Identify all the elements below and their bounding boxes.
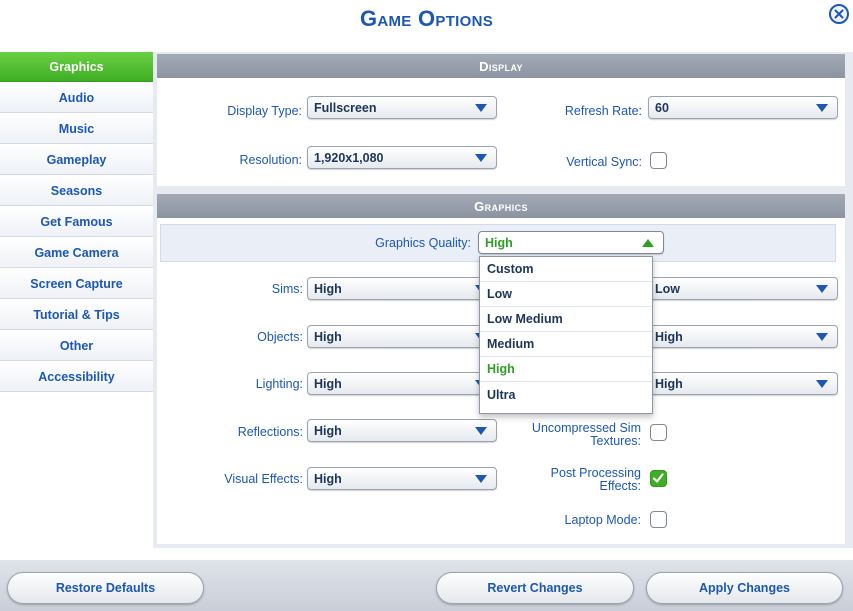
menu-option-medium[interactable]: Medium [480, 332, 652, 357]
lighting-label: Lighting: [255, 377, 303, 391]
visual-effects-value: High [314, 471, 342, 486]
visual-effects-dropdown[interactable]: High [307, 467, 497, 490]
apply-changes-button[interactable]: Apply Changes [646, 572, 843, 604]
page-title: Game Options [359, 6, 494, 31]
display-type-label: Display Type: [227, 104, 302, 118]
display-panel: Display Display Type: Fullscreen Refresh… [157, 54, 845, 186]
uncompressed-textures-checkbox[interactable] [650, 424, 667, 441]
menu-option-low[interactable]: Low [480, 282, 652, 307]
chevron-down-icon [816, 104, 828, 112]
chevron-down-icon [475, 475, 487, 483]
menu-option-high[interactable]: High [480, 357, 652, 382]
chevron-down-icon [475, 427, 487, 435]
display-type-value: Fullscreen [314, 100, 377, 115]
sims-dropdown[interactable]: High [307, 277, 497, 300]
refresh-rate-dropdown[interactable]: 60 [648, 96, 838, 119]
post-processing-checkbox[interactable] [650, 470, 667, 487]
graphics-quality-dropdown[interactable]: High [478, 231, 664, 254]
graphics-quality-menu: Custom Low Low Medium Medium High Ultra [479, 256, 653, 414]
menu-option-low-medium[interactable]: Low Medium [480, 307, 652, 332]
graphics-heading: Graphics [157, 194, 845, 218]
chevron-down-icon [816, 380, 828, 388]
sims-value: High [314, 281, 342, 296]
resolution-label: Resolution: [239, 153, 302, 167]
reflections-label: Reflections: [237, 425, 303, 439]
chevron-down-icon [475, 104, 487, 112]
menu-option-custom[interactable]: Custom [480, 257, 652, 282]
laptop-mode-checkbox[interactable] [650, 511, 667, 528]
restore-defaults-button[interactable]: Restore Defaults [7, 572, 204, 604]
sidebar-item-accessibility[interactable]: Accessibility [0, 362, 153, 392]
right-setting-value-2: High [655, 329, 683, 344]
post-processing-label-line2: Effects: [599, 479, 641, 493]
uncompressed-textures-label-line2: Textures: [590, 434, 641, 448]
sidebar-item-tutorial-tips[interactable]: Tutorial & Tips [0, 300, 153, 330]
post-processing-label: Post Processing Effects: [551, 467, 641, 493]
objects-value: High [314, 329, 342, 344]
graphics-quality-value: High [485, 235, 513, 250]
sidebar-item-get-famous[interactable]: Get Famous [0, 207, 153, 237]
sidebar-item-game-camera[interactable]: Game Camera [0, 238, 153, 268]
refresh-rate-value: 60 [655, 100, 669, 115]
sidebar: Graphics Audio Music Gameplay Seasons Ge… [0, 52, 153, 393]
visual-effects-label: Visual Effects: [224, 472, 303, 486]
vertical-sync-label: Vertical Sync: [566, 155, 642, 169]
right-setting-dropdown-3[interactable]: High [648, 372, 838, 395]
checkmark-icon [652, 473, 664, 483]
right-setting-dropdown-1[interactable]: Low [648, 277, 838, 300]
reflections-value: High [314, 423, 342, 438]
sims-label: Sims: [271, 282, 303, 296]
resolution-dropdown[interactable]: 1,920x1,080 [307, 146, 497, 169]
refresh-rate-label: Refresh Rate: [564, 104, 642, 118]
chevron-down-icon [816, 333, 828, 341]
objects-dropdown[interactable]: High [307, 325, 497, 348]
sidebar-item-music[interactable]: Music [0, 114, 153, 144]
right-setting-value-1: Low [655, 281, 680, 296]
lighting-dropdown[interactable]: High [307, 372, 497, 395]
sidebar-item-audio[interactable]: Audio [0, 83, 153, 113]
objects-label: Objects: [257, 330, 303, 344]
close-button[interactable] [829, 4, 849, 24]
chevron-up-icon [642, 239, 654, 247]
right-setting-value-3: High [655, 376, 683, 391]
uncompressed-textures-label: Uncompressed Sim Textures: [532, 422, 641, 448]
sidebar-item-gameplay[interactable]: Gameplay [0, 145, 153, 175]
graphics-quality-label: Graphics Quality: [375, 236, 471, 250]
close-icon [834, 9, 844, 19]
menu-option-ultra[interactable]: Ultra [480, 382, 652, 407]
footer-bar: Restore Defaults Revert Changes Apply Ch… [0, 560, 853, 611]
chevron-down-icon [475, 154, 487, 162]
chevron-down-icon [816, 285, 828, 293]
display-type-dropdown[interactable]: Fullscreen [307, 96, 497, 119]
lighting-value: High [314, 376, 342, 391]
sidebar-item-screen-capture[interactable]: Screen Capture [0, 269, 153, 299]
display-heading: Display [157, 54, 845, 78]
revert-changes-button[interactable]: Revert Changes [436, 572, 634, 604]
reflections-dropdown[interactable]: High [307, 419, 497, 442]
right-setting-dropdown-2[interactable]: High [648, 325, 838, 348]
vertical-sync-checkbox[interactable] [650, 152, 667, 169]
laptop-mode-label: Laptop Mode: [564, 513, 641, 527]
sidebar-item-other[interactable]: Other [0, 331, 153, 361]
sidebar-item-graphics[interactable]: Graphics [0, 52, 153, 82]
resolution-value: 1,920x1,080 [314, 150, 384, 165]
sidebar-item-seasons[interactable]: Seasons [0, 176, 153, 206]
